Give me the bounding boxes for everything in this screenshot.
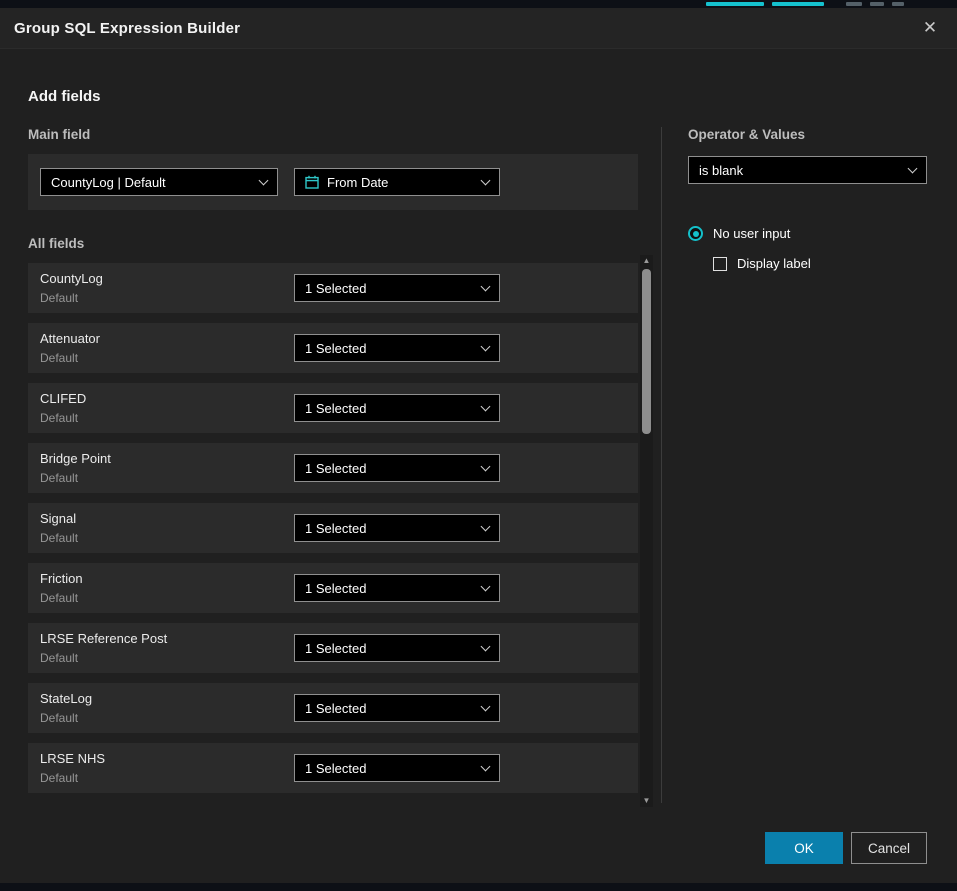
field-selection-dropdown[interactable]: 1 Selected — [294, 334, 500, 362]
dropdown-value: is blank — [699, 163, 901, 178]
chevron-down-icon — [481, 641, 491, 651]
field-row: LRSE Reference Post Default 1 Selected — [28, 623, 638, 673]
dialog-footer: OK Cancel — [0, 831, 957, 883]
dropdown-value: 1 Selected — [305, 461, 474, 476]
close-button[interactable]: ✕ — [915, 13, 945, 43]
chevron-down-icon — [481, 281, 491, 291]
dialog-header: Group SQL Expression Builder ✕ — [0, 8, 957, 48]
background-toolbar-fragment — [706, 2, 764, 6]
chevron-down-icon — [481, 401, 491, 411]
field-name: StateLog — [40, 691, 294, 706]
field-name: LRSE Reference Post — [40, 631, 294, 646]
main-field-date-dropdown[interactable]: From Date — [294, 168, 500, 196]
scrollbar[interactable]: ▲ ▼ — [640, 255, 653, 807]
screen: Group SQL Expression Builder ✕ Add field… — [0, 0, 957, 891]
field-selection-dropdown[interactable]: 1 Selected — [294, 514, 500, 542]
field-subtitle: Default — [40, 471, 294, 485]
dropdown-value: 1 Selected — [305, 401, 474, 416]
checkbox-unchecked-icon[interactable] — [713, 257, 727, 271]
field-selection-dropdown[interactable]: 1 Selected — [294, 634, 500, 662]
field-subtitle: Default — [40, 771, 294, 785]
field-row: CLIFED Default 1 Selected — [28, 383, 638, 433]
field-row: CountyLog Default 1 Selected — [28, 263, 638, 313]
field-row: LRSE NHS Default 1 Selected — [28, 743, 638, 793]
dialog-body: Add fields Main field CountyLog | Defaul… — [0, 48, 957, 831]
field-selection-dropdown[interactable]: 1 Selected — [294, 694, 500, 722]
dropdown-value: CountyLog | Default — [51, 175, 252, 190]
field-subtitle: Default — [40, 531, 294, 545]
chevron-down-icon — [259, 175, 269, 185]
field-name: CountyLog — [40, 271, 294, 286]
field-selection-dropdown[interactable]: 1 Selected — [294, 274, 500, 302]
background-toolbar-fragment — [772, 2, 824, 6]
add-fields-heading: Add fields — [28, 88, 927, 105]
field-row: Signal Default 1 Selected — [28, 503, 638, 553]
cancel-button[interactable]: Cancel — [851, 832, 927, 864]
field-name: Friction — [40, 571, 294, 586]
scroll-up-icon[interactable]: ▲ — [643, 255, 651, 267]
background-icon-fragment — [846, 2, 862, 6]
field-name: LRSE NHS — [40, 751, 294, 766]
all-fields-list: CountyLog Default 1 Selected Attenuator … — [28, 263, 653, 793]
chevron-down-icon — [481, 761, 491, 771]
all-fields-list-wrap: CountyLog Default 1 Selected Attenuator … — [28, 263, 653, 793]
calendar-icon — [305, 175, 319, 189]
ok-button[interactable]: OK — [765, 832, 843, 864]
field-selection-dropdown[interactable]: 1 Selected — [294, 454, 500, 482]
background-app-strip — [0, 0, 957, 8]
main-field-panel: CountyLog | Default — [28, 154, 638, 210]
field-selection-dropdown[interactable]: 1 Selected — [294, 394, 500, 422]
radio-label: No user input — [713, 226, 790, 241]
field-subtitle: Default — [40, 651, 294, 665]
field-name: Attenuator — [40, 331, 294, 346]
field-subtitle: Default — [40, 291, 294, 305]
field-subtitle: Default — [40, 711, 294, 725]
chevron-down-icon — [481, 701, 491, 711]
scroll-down-icon[interactable]: ▼ — [643, 795, 651, 807]
field-row: Attenuator Default 1 Selected — [28, 323, 638, 373]
chevron-down-icon — [481, 341, 491, 351]
fields-column: Main field CountyLog | Default — [28, 127, 653, 803]
background-icon-fragment — [870, 2, 884, 6]
field-name: Bridge Point — [40, 451, 294, 466]
chevron-down-icon — [481, 581, 491, 591]
dropdown-value: 1 Selected — [305, 641, 474, 656]
all-fields-label: All fields — [28, 236, 653, 251]
group-sql-expression-builder-dialog: Group SQL Expression Builder ✕ Add field… — [0, 8, 957, 883]
dropdown-value: 1 Selected — [305, 521, 474, 536]
field-name: CLIFED — [40, 391, 294, 406]
field-name: Signal — [40, 511, 294, 526]
main-field-source-dropdown[interactable]: CountyLog | Default — [40, 168, 278, 196]
dialog-title: Group SQL Expression Builder — [14, 20, 240, 37]
field-selection-dropdown[interactable]: 1 Selected — [294, 574, 500, 602]
field-subtitle: Default — [40, 351, 294, 365]
chevron-down-icon — [908, 163, 918, 173]
main-field-label: Main field — [28, 127, 653, 142]
chevron-down-icon — [481, 461, 491, 471]
field-row: Friction Default 1 Selected — [28, 563, 638, 613]
dropdown-value: 1 Selected — [305, 341, 474, 356]
display-label-checkbox-row[interactable]: Display label — [713, 256, 927, 271]
field-row: Bridge Point Default 1 Selected — [28, 443, 638, 493]
chevron-down-icon — [481, 521, 491, 531]
field-subtitle: Default — [40, 411, 294, 425]
dropdown-value: 1 Selected — [305, 701, 474, 716]
scrollbar-thumb[interactable] — [642, 269, 651, 434]
operator-column: Operator & Values is blank No user input… — [662, 127, 927, 803]
chevron-down-icon — [481, 175, 491, 185]
field-selection-dropdown[interactable]: 1 Selected — [294, 754, 500, 782]
field-row: StateLog Default 1 Selected — [28, 683, 638, 733]
dropdown-value: 1 Selected — [305, 281, 474, 296]
radio-selected-icon[interactable] — [688, 226, 703, 241]
operator-dropdown[interactable]: is blank — [688, 156, 927, 184]
background-icon-fragment — [892, 2, 904, 6]
dropdown-value: 1 Selected — [305, 761, 474, 776]
dropdown-value: 1 Selected — [305, 581, 474, 596]
operator-values-label: Operator & Values — [688, 127, 927, 142]
no-user-input-radio-row[interactable]: No user input — [688, 226, 927, 241]
dropdown-value: From Date — [327, 175, 466, 190]
field-subtitle: Default — [40, 591, 294, 605]
checkbox-label: Display label — [737, 256, 811, 271]
